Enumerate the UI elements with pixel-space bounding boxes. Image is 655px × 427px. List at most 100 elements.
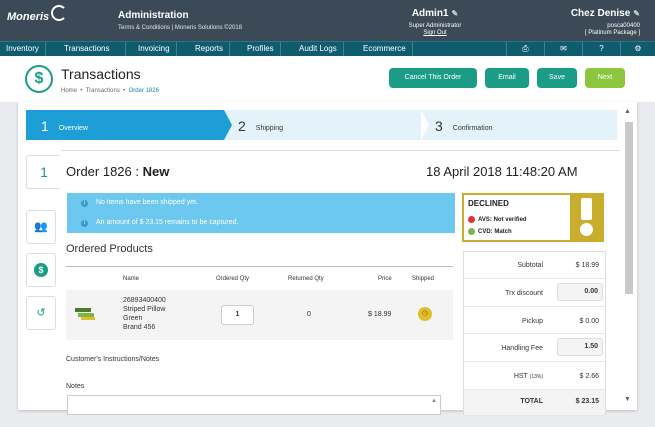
user-block: Admin1 ✎ Super Administrator Sign Out — [400, 8, 470, 36]
history-icon: ↺ — [36, 307, 46, 319]
step-number: 2 — [238, 118, 246, 134]
next-button[interactable]: Next — [585, 68, 625, 88]
order-number: Order 1826 — [66, 164, 132, 179]
step-number: 3 — [435, 118, 443, 134]
breadcrumb-home[interactable]: Home — [61, 88, 77, 94]
subtotal-label: Subtotal — [517, 262, 543, 269]
discount-label: Trx discount — [505, 290, 543, 297]
table-row[interactable]: 26893400400 Striped Pillow Green Brand 4… — [66, 290, 453, 340]
product-details: 26893400400 Striped Pillow Green Brand 4… — [123, 296, 166, 332]
subtotal-value: $ 18.99 — [575, 262, 599, 269]
top-bar: Moneris Administration Terms & Condition… — [0, 0, 655, 41]
side-tab-history[interactable]: ↺ — [26, 296, 56, 330]
products-table-header: Name Ordered Qty Returned Qty Price Ship… — [66, 266, 453, 290]
people-icon: 👥 — [34, 221, 48, 233]
nav-profiles[interactable]: Profiles — [241, 42, 281, 56]
notes-textarea[interactable]: ▲ — [67, 395, 441, 415]
product-thumbnail — [75, 308, 95, 320]
hst-label: HST (13%) — [514, 373, 543, 380]
step-number: 1 — [41, 118, 49, 134]
product-name: Striped Pillow — [123, 306, 166, 313]
moneris-logo[interactable]: Moneris — [7, 5, 67, 27]
hst-rate: (13%) — [529, 374, 543, 380]
email-button[interactable]: Email — [485, 68, 529, 88]
page-header: $ Transactions Home • Transactions • Ord… — [0, 56, 655, 102]
order-title: Order 1826 : New — [66, 164, 169, 179]
side-tab-customer[interactable]: 👥 — [26, 210, 56, 244]
app-subtitle[interactable]: Terms & Conditions | Moneris Solutions ©… — [118, 25, 242, 31]
info-text: An amount of $ 23.15 remains to be captu… — [96, 219, 239, 226]
avs-line: AVS: Not verified — [468, 216, 527, 223]
handling-row: Handling Fee 1.50 — [464, 334, 605, 362]
logo-swirl-icon — [51, 5, 67, 21]
notes-label: Notes — [66, 383, 85, 390]
nav-ecommerce[interactable]: Ecommerce — [357, 42, 413, 56]
info-icon: i — [81, 200, 88, 207]
declined-title: DECLINED — [468, 199, 509, 208]
edit-user-icon[interactable]: ✎ — [451, 9, 458, 18]
pickup-row: Pickup $ 0.00 — [464, 307, 605, 334]
step-shipping[interactable]: 2 Shipping — [224, 110, 421, 140]
edit-store-icon[interactable]: ✎ — [633, 9, 640, 18]
user-name: Admin1 — [411, 8, 449, 19]
col-price: Price — [378, 276, 392, 282]
breadcrumb-separator: • — [121, 88, 127, 94]
avs-label: AVS: — [478, 217, 492, 224]
nav-reports[interactable]: Reports — [189, 42, 231, 56]
store-block: Chez Denise ✎ posca00400 [ Platinum Packa… — [540, 8, 640, 36]
breadcrumb-transactions[interactable]: Transactions — [86, 88, 120, 94]
ordered-qty-input[interactable]: 1 — [221, 305, 254, 325]
scrollbar-thumb[interactable] — [625, 122, 633, 294]
col-name: Name — [123, 276, 140, 282]
nav-audit-logs[interactable]: Audit Logs — [293, 42, 344, 56]
save-button[interactable]: Save — [537, 68, 577, 88]
printer-icon[interactable]: ⎙ — [506, 42, 544, 56]
nav-transactions[interactable]: Transactions — [58, 42, 126, 56]
nav-invoicing[interactable]: Invoicing — [132, 42, 177, 56]
step-label: Shipping — [255, 125, 284, 132]
product-brand: Brand 456 — [123, 324, 156, 331]
store-package: [ Platinum Package ] — [584, 30, 640, 36]
step-confirmation[interactable]: 3 Confirmation — [421, 110, 617, 140]
divider — [61, 150, 620, 151]
scroll-up-icon[interactable]: ▲ — [431, 398, 437, 404]
mail-icon[interactable]: ✉ — [544, 42, 582, 56]
main-nav: Inventory Transactions Invoicing Reports… — [0, 41, 655, 56]
step-overview[interactable]: 1 Overview — [26, 110, 224, 140]
logo-text: Moneris — [7, 11, 50, 23]
store-id: posca00400 — [607, 23, 640, 29]
nav-inventory[interactable]: Inventory — [0, 42, 46, 56]
hst-label-text: HST — [513, 373, 528, 380]
scroll-down-icon[interactable]: ▼ — [624, 396, 631, 403]
product-price: $ 18.99 — [368, 311, 392, 318]
info-icon: i — [81, 220, 88, 227]
side-tab-payment[interactable]: $ — [26, 253, 56, 287]
step-label: Confirmation — [452, 125, 493, 132]
pending-clock-icon: ◷ — [418, 307, 432, 321]
info-shipped-line: i No items have been shipped yet. — [81, 199, 198, 207]
settings-icon[interactable]: ⚙ — [620, 42, 655, 56]
scroll-up-icon[interactable]: ▲ — [624, 108, 631, 115]
cvd-line: CVD: Match — [468, 228, 512, 235]
hst-value: $ 2.66 — [579, 373, 599, 380]
cancel-order-button[interactable]: Cancel This Order — [389, 68, 477, 88]
declined-alert-icon — [570, 195, 604, 240]
side-tab-overview[interactable]: 1 — [26, 155, 61, 189]
instructions-label: Customer's Instructions/Notes — [66, 356, 160, 363]
handling-input[interactable]: 1.50 — [557, 338, 603, 356]
sign-out-link[interactable]: Sign Out — [400, 30, 470, 36]
order-separator: : — [135, 164, 140, 179]
info-text: No items have been shipped yet. — [96, 199, 198, 206]
order-summary: Subtotal $ 18.99 Trx discount 0.00 Picku… — [463, 251, 606, 416]
pickup-value: $ 0.00 — [579, 318, 599, 325]
cvd-value: Match — [494, 229, 512, 236]
info-capture-line: i An amount of $ 23.15 remains to be capt… — [81, 219, 238, 227]
discount-input[interactable]: 0.00 — [557, 283, 603, 301]
help-icon[interactable]: ? — [582, 42, 620, 56]
page-title: Transactions — [61, 66, 141, 82]
breadcrumb-separator: • — [78, 88, 85, 94]
dollar-icon: $ — [25, 65, 53, 93]
col-ordered-qty: Ordered Qty — [216, 276, 250, 282]
col-shipped: Shipped — [412, 276, 435, 282]
handling-label: Handling Fee — [501, 345, 543, 352]
